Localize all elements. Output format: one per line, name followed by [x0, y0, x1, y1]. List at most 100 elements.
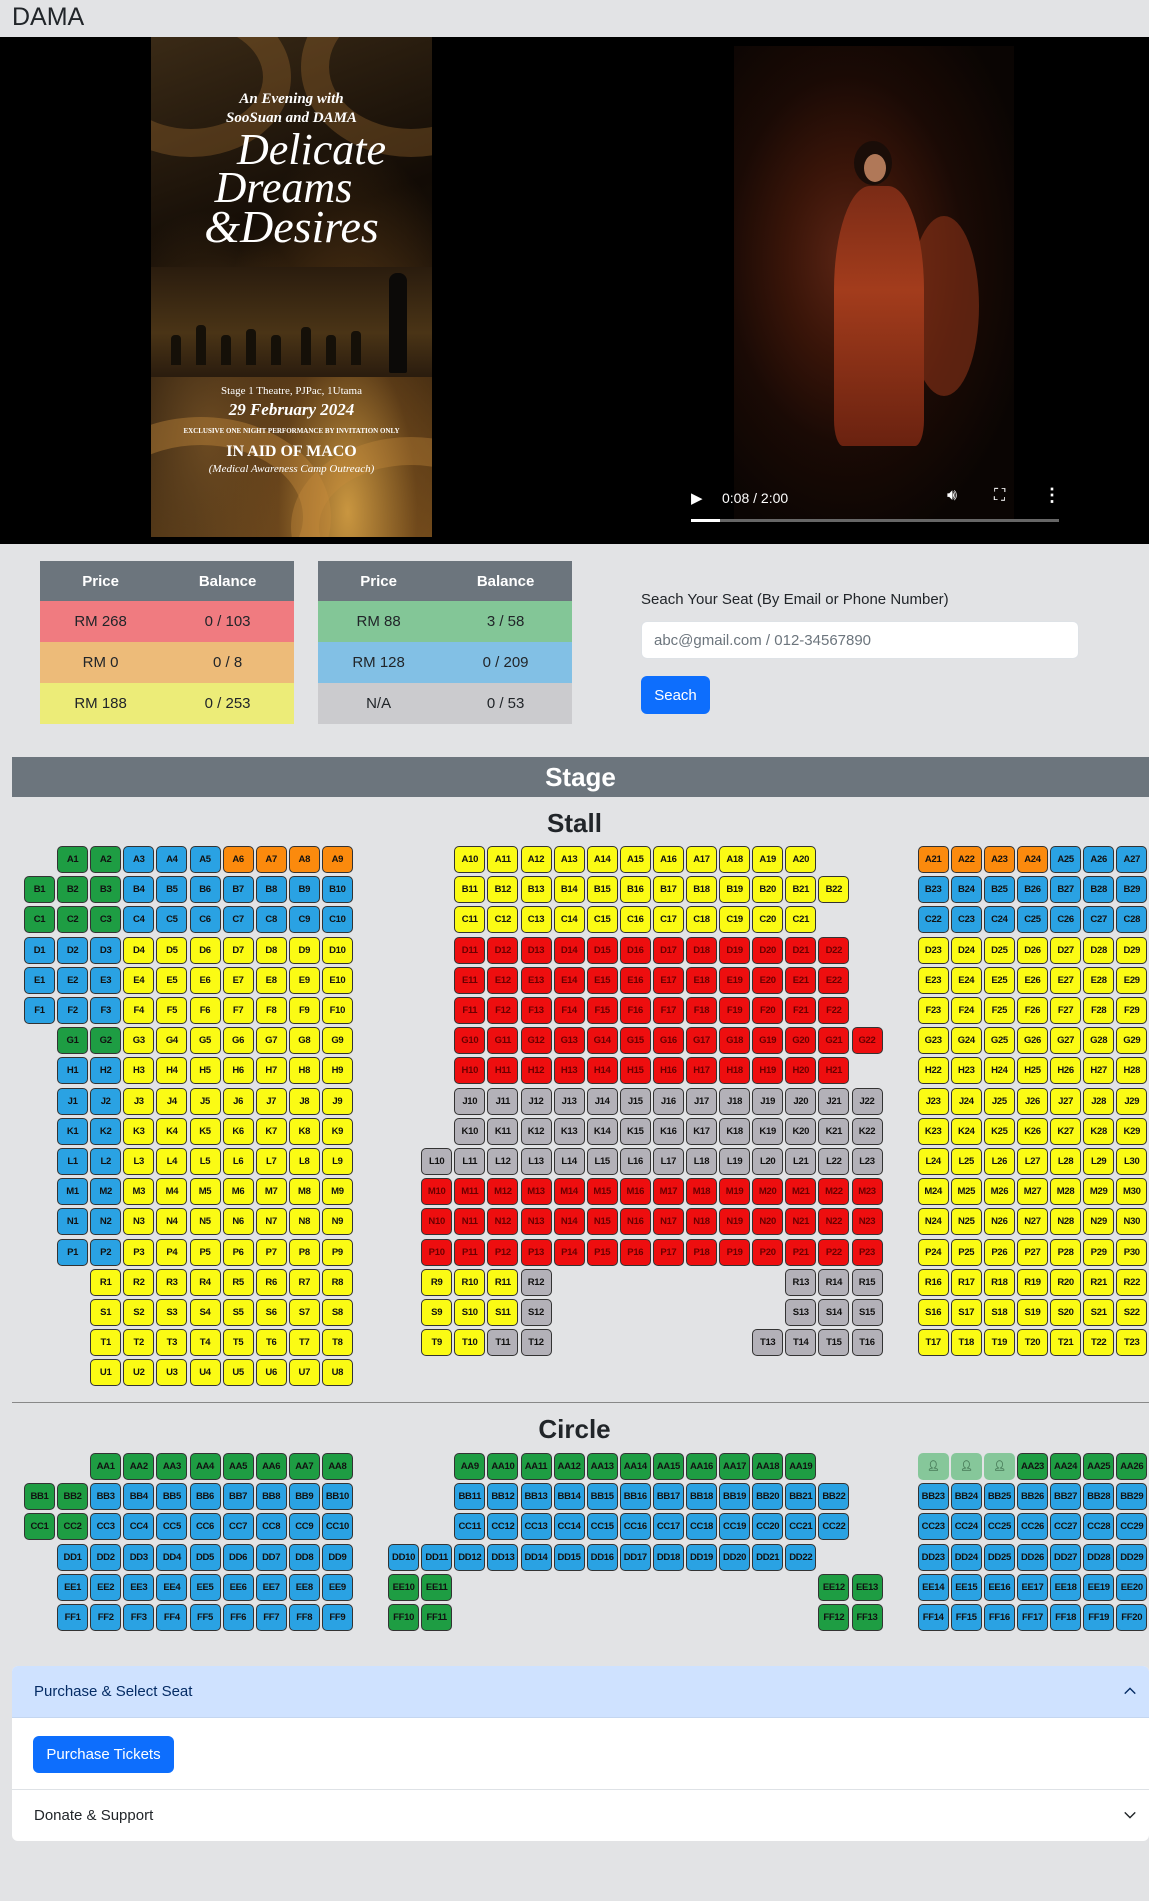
stall-seat-A18[interactable]: A18 [719, 846, 751, 873]
circle-seat-DD16[interactable]: DD16 [586, 1543, 618, 1571]
circle-seat-BB23[interactable]: BB23 [917, 1483, 949, 1511]
stall-seat-G23[interactable]: G23 [917, 1027, 949, 1055]
stall-seat-E8[interactable]: E8 [255, 966, 287, 994]
circle-seat-EE13[interactable]: EE13 [851, 1573, 883, 1601]
stall-seat-B23[interactable]: B23 [917, 876, 949, 904]
stall-seat-R20[interactable]: R20 [1050, 1268, 1082, 1296]
circle-seat-CC11[interactable]: CC11 [454, 1513, 486, 1541]
stall-seat-T15[interactable]: T15 [818, 1329, 850, 1357]
stall-seat-E15[interactable]: E15 [586, 966, 618, 994]
circle-seat-BB29[interactable]: BB29 [1116, 1483, 1148, 1511]
stall-seat-H19[interactable]: H19 [752, 1057, 784, 1085]
circle-seat-BB17[interactable]: BB17 [652, 1483, 684, 1511]
stall-seat-H28[interactable]: H28 [1116, 1057, 1148, 1085]
stall-seat-R13[interactable]: R13 [785, 1268, 817, 1296]
circle-seat-DD2[interactable]: DD2 [90, 1543, 122, 1571]
stall-seat-R9[interactable]: R9 [421, 1268, 453, 1296]
stall-seat-R16[interactable]: R16 [917, 1268, 949, 1296]
stall-seat-H21[interactable]: H21 [818, 1057, 850, 1085]
stall-seat-R15[interactable]: R15 [851, 1268, 883, 1296]
stall-seat-C3[interactable]: C3 [90, 906, 122, 934]
stall-seat-K14[interactable]: K14 [586, 1117, 618, 1145]
stall-seat-R3[interactable]: R3 [156, 1268, 188, 1296]
stall-seat-P10[interactable]: P10 [421, 1238, 453, 1266]
stall-seat-B28[interactable]: B28 [1083, 876, 1115, 904]
stall-seat-M26[interactable]: M26 [983, 1178, 1015, 1206]
stall-seat-B29[interactable]: B29 [1116, 876, 1148, 904]
stall-seat-M2[interactable]: M2 [90, 1178, 122, 1206]
stall-seat-L18[interactable]: L18 [686, 1148, 717, 1175]
circle-seat-BB5[interactable]: BB5 [156, 1483, 188, 1511]
stall-seat-B16[interactable]: B16 [619, 876, 651, 904]
stall-seat-K13[interactable]: K13 [553, 1117, 585, 1145]
stall-seat-D11[interactable]: D11 [454, 936, 486, 964]
circle-seat-CC19[interactable]: CC19 [719, 1513, 751, 1541]
stall-seat-C4[interactable]: C4 [123, 906, 155, 934]
circle-seat-AA19[interactable]: AA19 [785, 1453, 817, 1480]
stall-seat-M9[interactable]: M9 [321, 1178, 353, 1206]
stall-seat-D16[interactable]: D16 [619, 936, 651, 964]
stall-seat-K7[interactable]: K7 [255, 1117, 287, 1145]
stall-seat-E21[interactable]: E21 [785, 966, 817, 994]
stall-seat-F11[interactable]: F11 [454, 997, 486, 1024]
stall-seat-K20[interactable]: K20 [785, 1117, 817, 1145]
circle-seat-DD1[interactable]: DD1 [57, 1543, 89, 1571]
stall-seat-G29[interactable]: G29 [1116, 1027, 1148, 1055]
stall-seat-R4[interactable]: R4 [189, 1268, 221, 1296]
stall-seat-D13[interactable]: D13 [520, 936, 552, 964]
stall-seat-H4[interactable]: H4 [156, 1057, 188, 1085]
stall-seat-T7[interactable]: T7 [288, 1329, 320, 1357]
stall-seat-B22[interactable]: B22 [818, 876, 850, 904]
stall-seat-E9[interactable]: E9 [288, 966, 320, 994]
stall-seat-P22[interactable]: P22 [818, 1238, 850, 1266]
circle-seat-EE20[interactable]: EE20 [1116, 1573, 1148, 1601]
stall-seat-N24[interactable]: N24 [917, 1208, 949, 1236]
stall-seat-L21[interactable]: L21 [785, 1148, 817, 1175]
stall-seat-E5[interactable]: E5 [156, 966, 188, 994]
stall-seat-D5[interactable]: D5 [156, 936, 188, 964]
stall-seat-E4[interactable]: E4 [123, 966, 155, 994]
circle-seat-DD26[interactable]: DD26 [1017, 1543, 1048, 1571]
stall-seat-L22[interactable]: L22 [818, 1148, 850, 1175]
stall-seat-E14[interactable]: E14 [553, 966, 585, 994]
circle-seat-CC2[interactable]: CC2 [57, 1513, 89, 1541]
stall-seat-E12[interactable]: E12 [487, 966, 519, 994]
circle-seat-BB19[interactable]: BB19 [719, 1483, 751, 1511]
stall-seat-M30[interactable]: M30 [1116, 1178, 1148, 1206]
stall-seat-C9[interactable]: C9 [288, 906, 320, 934]
stall-seat-N27[interactable]: N27 [1017, 1208, 1048, 1236]
stall-seat-N16[interactable]: N16 [619, 1208, 651, 1236]
stall-seat-D19[interactable]: D19 [719, 936, 751, 964]
stall-seat-J3[interactable]: J3 [123, 1087, 155, 1115]
stall-seat-A16[interactable]: A16 [652, 846, 684, 873]
stall-seat-R10[interactable]: R10 [454, 1268, 486, 1296]
circle-seat-CC22[interactable]: CC22 [818, 1513, 850, 1541]
stall-seat-J18[interactable]: J18 [719, 1087, 751, 1115]
circle-seat-BB15[interactable]: BB15 [586, 1483, 618, 1511]
stall-seat-M5[interactable]: M5 [189, 1178, 221, 1206]
circle-seat-BB20[interactable]: BB20 [752, 1483, 784, 1511]
stall-seat-C11[interactable]: C11 [454, 906, 486, 934]
stall-seat-C18[interactable]: C18 [686, 906, 717, 934]
circle-seat-EE10[interactable]: EE10 [388, 1573, 420, 1601]
stall-seat-A14[interactable]: A14 [586, 846, 618, 873]
stall-seat-K21[interactable]: K21 [818, 1117, 850, 1145]
stall-seat-B3[interactable]: B3 [90, 876, 122, 904]
stall-seat-C5[interactable]: C5 [156, 906, 188, 934]
stall-seat-H20[interactable]: H20 [785, 1057, 817, 1085]
stall-seat-H18[interactable]: H18 [719, 1057, 751, 1085]
stall-seat-L20[interactable]: L20 [752, 1148, 784, 1175]
person-icon[interactable]: 👤︎ [983, 1453, 1015, 1480]
stall-seat-K2[interactable]: K2 [90, 1117, 122, 1145]
circle-seat-FF1[interactable]: FF1 [57, 1604, 89, 1631]
stall-seat-B25[interactable]: B25 [983, 876, 1015, 904]
stall-seat-P1[interactable]: P1 [57, 1238, 89, 1266]
stall-seat-E24[interactable]: E24 [950, 966, 982, 994]
stall-seat-M29[interactable]: M29 [1083, 1178, 1115, 1206]
stall-seat-T4[interactable]: T4 [189, 1329, 221, 1357]
stall-seat-C27[interactable]: C27 [1083, 906, 1115, 934]
circle-seat-CC25[interactable]: CC25 [983, 1513, 1015, 1541]
stall-seat-S8[interactable]: S8 [321, 1299, 353, 1326]
stall-seat-J2[interactable]: J2 [90, 1087, 122, 1115]
stall-seat-P14[interactable]: P14 [553, 1238, 585, 1266]
